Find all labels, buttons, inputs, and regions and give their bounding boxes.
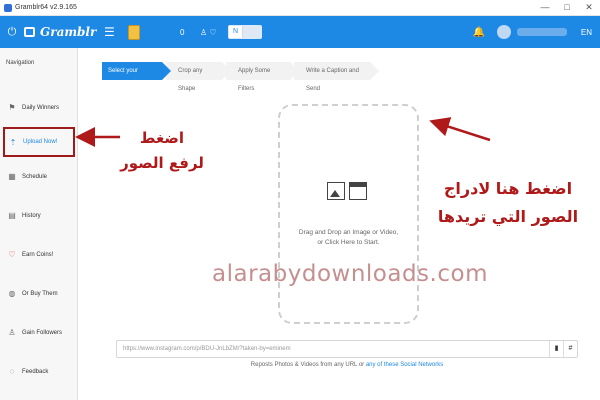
calendar-icon: ▦ (8, 172, 16, 181)
minimize-button[interactable]: — (534, 2, 556, 13)
sidebar-item-earn-coins[interactable]: ♡ Earn Coins! (0, 235, 77, 274)
cart-icon: ◍ (8, 289, 16, 298)
sidebar-title: Navigation (6, 60, 35, 66)
sidebar-item-label: Upload Now! (23, 139, 58, 145)
dropzone-line-1: Drag and Drop an Image or Video, (298, 229, 399, 236)
sidebar-item-label: Schedule (22, 173, 48, 180)
watermark: alarabydownloads.com (212, 261, 488, 287)
image-icon (327, 182, 345, 200)
close-button[interactable]: ✕ (578, 2, 600, 13)
video-icon (349, 182, 367, 200)
sidebar-item-label: Gain Followers (22, 329, 63, 336)
language-selector[interactable]: EN (581, 28, 592, 37)
sidebar-item-label: Or Buy Them (22, 290, 58, 297)
app-icon (4, 3, 12, 12)
annotation-insert-line-1: اضغط هنا لادراج (443, 179, 573, 198)
window-title-bar: Gramblr64 v2.9.165 — □ ✕ (0, 0, 600, 16)
step-filters[interactable]: Apply Some Filters (226, 62, 299, 92)
annotation-insert-line-2: الصور التي تريدها (437, 207, 579, 226)
sidebar-item-label: Feedback (22, 368, 49, 375)
mode-toggle[interactable]: N (228, 25, 262, 39)
annotation-insert: اضغط هنا لادراج الصور التي تريدها (428, 175, 588, 231)
hashtag-button[interactable]: # (563, 341, 577, 357)
repost-hint: Reposts Photos & Videos from any URL or … (116, 362, 578, 368)
repost-url-bar: https://www.instagram.com/p/BDU-JnLbZM/?… (116, 340, 578, 358)
bell-icon[interactable]: 🔔 (471, 27, 487, 38)
upload-icon: ⇡ (9, 137, 17, 147)
social-networks-link[interactable]: any of these Social Networks (366, 362, 443, 368)
sidebar-item-buy-coins[interactable]: ◍ Or Buy Them (0, 274, 77, 313)
coins-icon (128, 24, 140, 40)
menu-icon[interactable]: ☰ (104, 25, 116, 39)
sidebar-item-upload-now[interactable]: ⇡ Upload Now! (3, 127, 75, 157)
annotation-upload-line-1: اضغط (139, 129, 185, 147)
app-header: ⏻ Gramblr ☰ 0 ♙ ♡ N 🔔 EN (0, 16, 600, 48)
window-controls: — □ ✕ (534, 2, 600, 13)
toggle-track (243, 26, 261, 38)
arrow-to-dropzone (429, 117, 491, 142)
profile-likes-icons[interactable]: ♙ ♡ (200, 28, 222, 37)
step-caption-send[interactable]: Write a Caption and Send (294, 62, 379, 92)
paste-icon[interactable]: ▮ (549, 341, 563, 357)
toggle-knob: N (229, 26, 243, 38)
sidebar-item-feedback[interactable]: ◌ Feedback (0, 352, 77, 391)
sidebar-item-label: History (22, 212, 41, 219)
logo-text: Gramblr (40, 25, 97, 39)
heart-icon: ♡ (8, 250, 16, 259)
maximize-button[interactable]: □ (556, 2, 578, 13)
dropzone-text: Drag and Drop an Image or Video, or Clic… (286, 228, 411, 248)
user-icon: ♙ (8, 328, 16, 337)
camera-icon (24, 27, 35, 37)
annotation-upload-line-2: لرفع الصور (120, 154, 204, 172)
step-crop[interactable]: Crop any Shape (166, 62, 231, 92)
dropzone-line-2: or Click Here to Start. (317, 239, 380, 246)
sidebar-item-schedule[interactable]: ▦ Schedule (0, 157, 77, 196)
repost-url-input[interactable]: https://www.instagram.com/p/BDU-JnLbZM/?… (117, 346, 549, 352)
media-icons (327, 182, 367, 200)
sidebar-item-label: Daily Winners (22, 104, 60, 111)
power-icon[interactable]: ⏻ (2, 26, 22, 39)
repost-hint-text: Reposts Photos & Videos from any URL or (250, 362, 366, 368)
history-icon: ▤ (8, 211, 16, 220)
sidebar-item-label: Earn Coins! (22, 251, 54, 258)
upload-steps: Select your Media Crop any Shape Apply S… (102, 62, 379, 92)
media-dropzone[interactable]: Drag and Drop an Image or Video, or Clic… (278, 104, 419, 324)
step-select-media[interactable]: Select your Media (102, 62, 171, 92)
username-blurred (516, 28, 567, 36)
avatar[interactable] (496, 25, 511, 39)
coin-count: 0 (180, 27, 185, 37)
sidebar-item-daily-winners[interactable]: ⚑ Daily Winners (0, 88, 77, 127)
sidebar-item-gain-followers[interactable]: ♙ Gain Followers (0, 313, 77, 352)
app-logo: Gramblr (24, 25, 98, 39)
window-title: Gramblr64 v2.9.165 (15, 4, 77, 11)
ribbon-icon: ⚑ (8, 103, 16, 112)
chat-icon: ◌ (9, 367, 15, 376)
sidebar-item-history[interactable]: ▤ History (0, 196, 77, 235)
sidebar: Navigation ⚑ Daily Winners ⇡ Upload Now!… (0, 48, 78, 400)
annotation-upload: اضغط لرفع الصور (112, 126, 212, 176)
